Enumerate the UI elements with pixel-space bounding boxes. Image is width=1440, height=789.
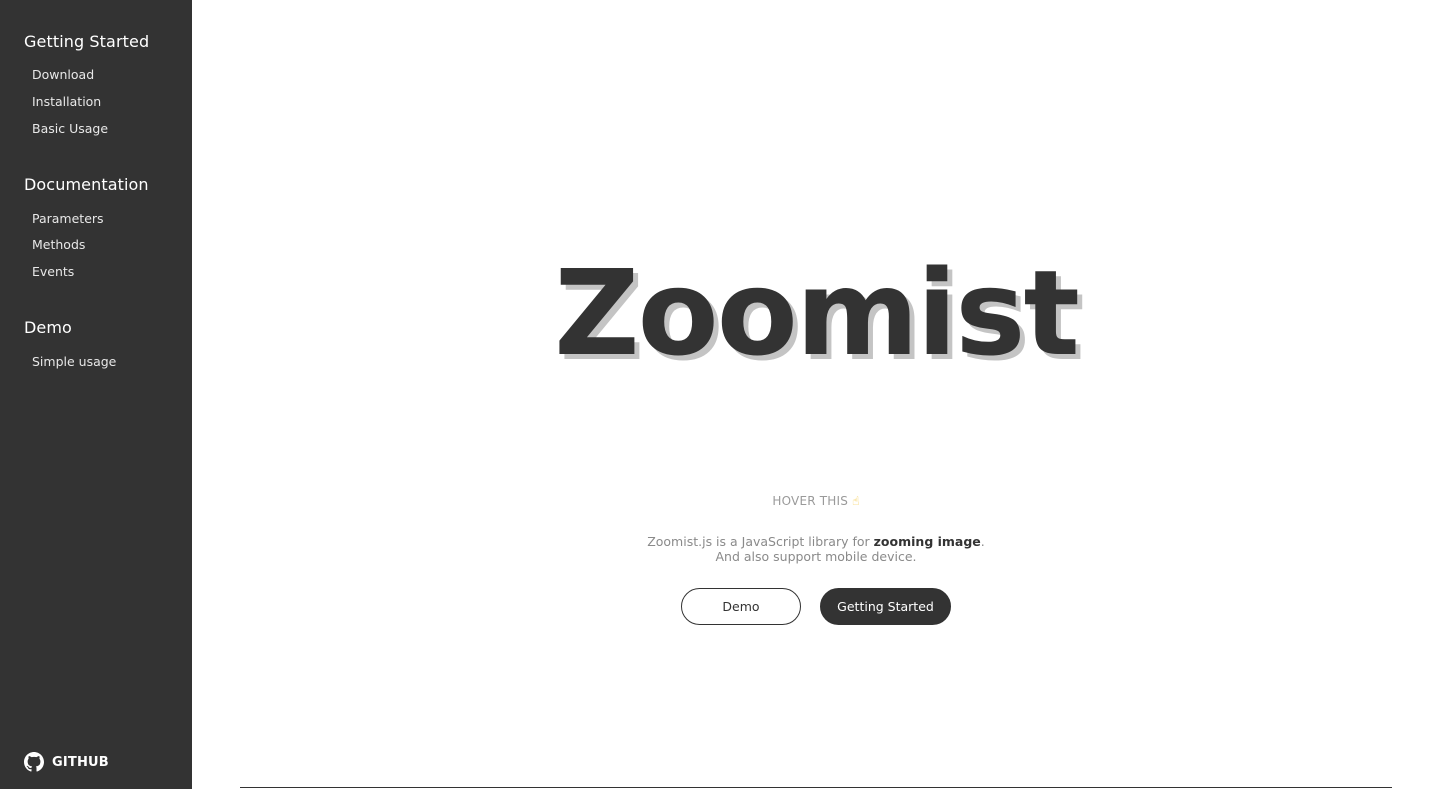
sidebar-item-events[interactable]: Events — [32, 264, 74, 279]
hover-hint-text: HOVER THIS — [772, 494, 849, 508]
sidebar: Getting Started Download Installation Ba… — [0, 0, 192, 789]
description-prefix: Zoomist.js is a JavaScript library for — [647, 534, 870, 549]
nav-heading-documentation[interactable]: Documentation — [24, 175, 149, 194]
sidebar-item-simple-usage[interactable]: Simple usage — [32, 354, 116, 369]
github-label: GITHUB — [52, 754, 109, 770]
section-divider — [240, 787, 1392, 788]
description-suffix: . — [980, 534, 985, 549]
sidebar-item-basic-usage[interactable]: Basic Usage — [32, 121, 108, 136]
hero-title: Zoomist — [554, 244, 1080, 382]
nav-group-demo: Demo Simple usage — [24, 318, 116, 369]
github-icon — [24, 752, 44, 772]
hero-description: Zoomist.js is a JavaScript library for z… — [192, 534, 1440, 564]
description-bold: zooming image — [873, 534, 981, 549]
hover-hint[interactable]: HOVER THIS ☝ — [192, 494, 1440, 508]
getting-started-button[interactable]: Getting Started — [820, 588, 951, 625]
main-content: Zoomist HOVER THIS ☝ Zoomist.js is a Jav… — [192, 0, 1440, 789]
sidebar-item-download[interactable]: Download — [32, 67, 94, 82]
demo-button[interactable]: Demo — [681, 588, 801, 625]
github-link[interactable]: GITHUB — [24, 752, 109, 772]
nav-heading-getting-started[interactable]: Getting Started — [24, 32, 149, 51]
sidebar-item-installation[interactable]: Installation — [32, 94, 101, 109]
description-line2: And also support mobile device. — [715, 549, 917, 564]
sidebar-item-parameters[interactable]: Parameters — [32, 211, 104, 226]
nav-group-documentation: Documentation Parameters Methods Events — [24, 175, 149, 279]
nav-heading-demo[interactable]: Demo — [24, 318, 72, 337]
nav-group-getting-started: Getting Started Download Installation Ba… — [24, 32, 149, 136]
sidebar-item-methods[interactable]: Methods — [32, 237, 85, 252]
pointing-hand-icon: ☝ — [852, 494, 860, 508]
